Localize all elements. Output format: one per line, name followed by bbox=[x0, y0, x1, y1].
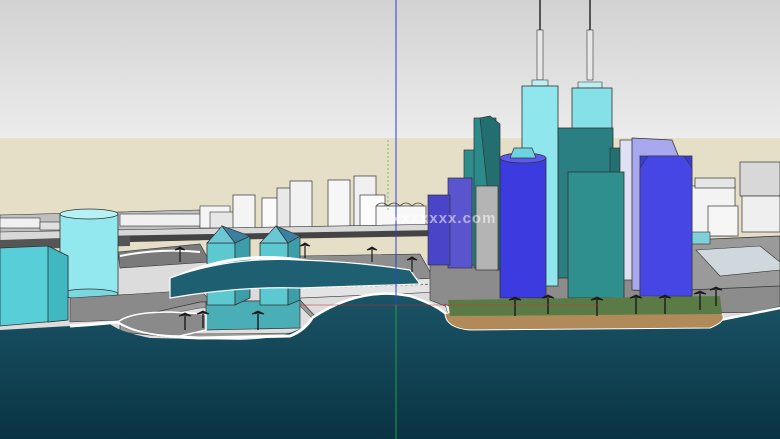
sketchup-3d-viewport[interactable]: xxxxxxx.com bbox=[0, 0, 780, 439]
far-right-blocks bbox=[687, 161, 780, 291]
left-cyan-block bbox=[0, 245, 69, 327]
cyan-cylinder-tower bbox=[59, 208, 119, 300]
sky bbox=[0, 0, 780, 140]
city-model-scene[interactable] bbox=[0, 0, 780, 439]
